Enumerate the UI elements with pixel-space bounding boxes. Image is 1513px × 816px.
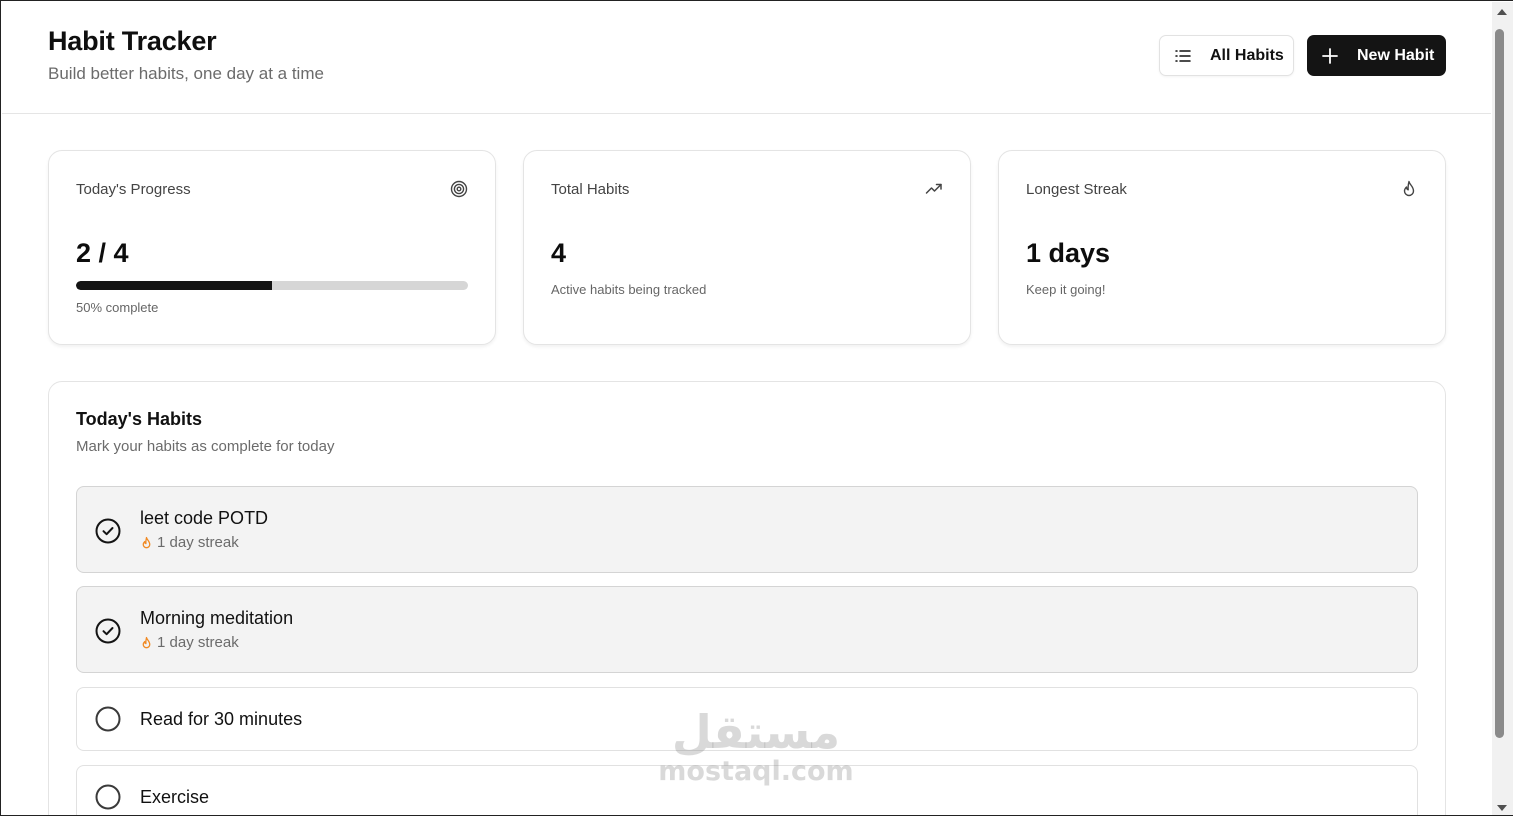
target-icon bbox=[450, 180, 468, 198]
total-habits-title: Total Habits bbox=[551, 181, 630, 198]
habit-item[interactable]: leet code POTD 1 day streak bbox=[76, 486, 1418, 573]
new-habit-label: New Habit bbox=[1357, 46, 1435, 64]
check-circle-icon[interactable] bbox=[95, 618, 121, 644]
total-habits-card: Total Habits 4 Active habits being track… bbox=[523, 150, 971, 345]
habit-name: Morning meditation bbox=[140, 608, 294, 628]
progress-value: 2 / 4 bbox=[76, 238, 129, 268]
plus-icon bbox=[1322, 47, 1338, 64]
habit-name: leet code POTD bbox=[140, 508, 269, 528]
scrollbar-thumb[interactable] bbox=[1495, 29, 1504, 738]
total-habits-note: Active habits being tracked bbox=[551, 282, 707, 297]
check-circle-icon[interactable] bbox=[95, 518, 121, 544]
new-habit-button[interactable]: New Habit bbox=[1307, 35, 1446, 76]
habit-name: Exercise bbox=[140, 787, 210, 807]
longest-streak-note: Keep it going! bbox=[1026, 282, 1106, 297]
all-habits-label: All Habits bbox=[1210, 46, 1284, 64]
progress-card-title: Today's Progress bbox=[76, 181, 191, 198]
all-habits-button[interactable]: All Habits bbox=[1159, 35, 1294, 76]
app-window: Habit Tracker Build better habits, one d… bbox=[0, 0, 1513, 816]
progress-bar bbox=[76, 281, 468, 290]
panel-subtitle: Mark your habits as complete for today bbox=[76, 438, 335, 455]
empty-circle-icon[interactable] bbox=[95, 784, 121, 810]
flame-icon bbox=[142, 536, 151, 548]
habit-name: Read for 30 minutes bbox=[140, 709, 303, 729]
progress-note: 50% complete bbox=[76, 300, 159, 315]
page-header: Habit Tracker Build better habits, one d… bbox=[2, 2, 1491, 114]
habit-item[interactable]: Read for 30 minutes bbox=[76, 687, 1418, 751]
trending-up-icon bbox=[925, 183, 942, 194]
flame-icon bbox=[142, 636, 151, 648]
longest-streak-title: Longest Streak bbox=[1026, 181, 1127, 198]
empty-circle-icon[interactable] bbox=[95, 706, 121, 732]
habit-streak-label: 1 day streak bbox=[157, 634, 239, 651]
longest-streak-value: 1 days bbox=[1026, 238, 1111, 268]
progress-bar-fill bbox=[76, 281, 272, 290]
vertical-scrollbar[interactable] bbox=[1492, 2, 1513, 815]
longest-streak-card: Longest Streak 1 days Keep it going! bbox=[998, 150, 1446, 345]
progress-card: Today's Progress 2 / 4 50% complete bbox=[48, 150, 496, 345]
habit-streak: 1 day streak bbox=[140, 634, 239, 651]
app-title: Habit Tracker bbox=[48, 26, 217, 56]
habit-streak: 1 day streak bbox=[140, 534, 239, 551]
scroll-down-arrow-icon[interactable] bbox=[1497, 805, 1507, 811]
habit-item[interactable]: Morning meditation 1 day streak bbox=[76, 586, 1418, 673]
list-icon bbox=[1175, 49, 1191, 62]
todays-habits-panel: Today's Habits Mark your habits as compl… bbox=[48, 381, 1446, 815]
scroll-up-arrow-icon[interactable] bbox=[1497, 9, 1507, 15]
panel-title: Today's Habits bbox=[76, 409, 202, 429]
flame-icon bbox=[1403, 180, 1415, 197]
app-subtitle: Build better habits, one day at a time bbox=[48, 64, 324, 83]
habit-streak-label: 1 day streak bbox=[157, 534, 239, 551]
total-habits-value: 4 bbox=[551, 238, 567, 268]
habit-item[interactable]: Exercise bbox=[76, 765, 1418, 815]
